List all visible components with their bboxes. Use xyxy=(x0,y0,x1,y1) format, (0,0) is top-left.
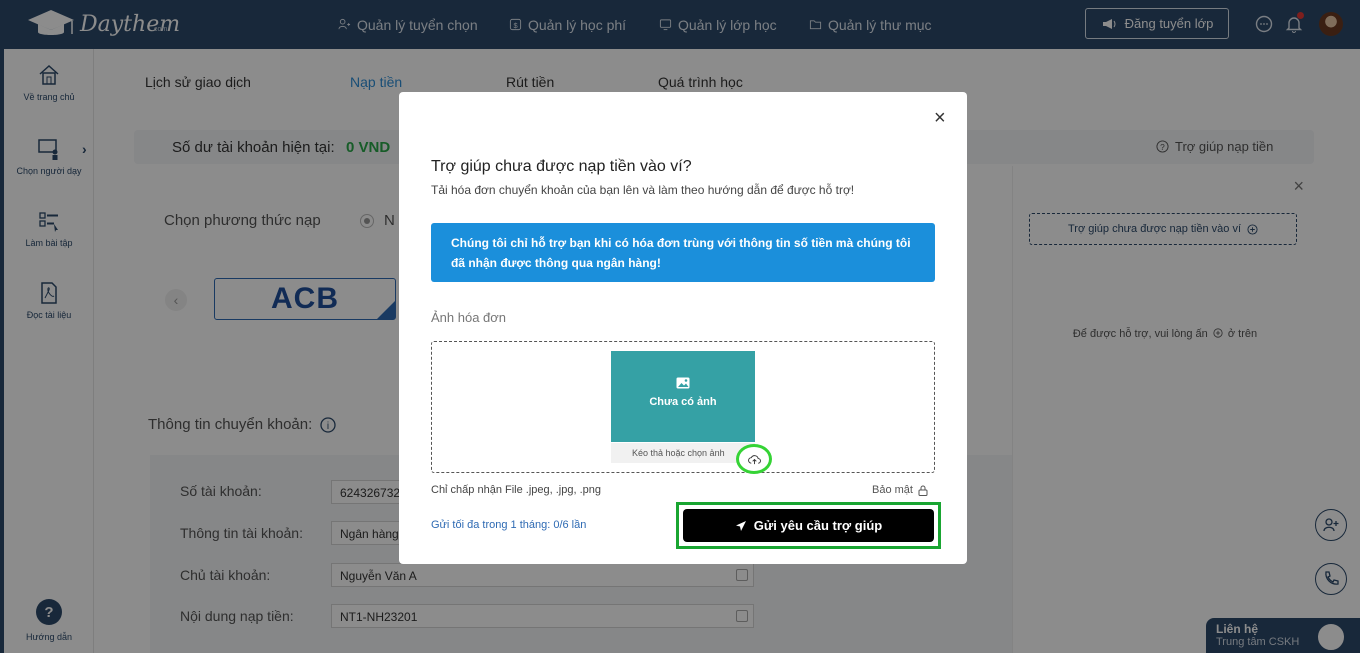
submit-help-request-button[interactable]: Gửi yêu cầu trợ giúp xyxy=(683,509,934,542)
invoice-dropzone[interactable]: Chưa có ảnh Kéo thả hoặc chọn ảnh xyxy=(431,341,935,474)
modal-title: Trợ giúp chưa được nạp tiền vào ví? xyxy=(431,158,692,175)
submit-label: Gửi yêu cầu trợ giúp xyxy=(753,518,883,533)
accepted-formats-note: Chỉ chấp nhận File .jpeg, .jpg, .png xyxy=(431,484,602,496)
close-icon[interactable]: × xyxy=(934,108,946,128)
invoice-image-label: Ảnh hóa đơn xyxy=(431,310,507,325)
no-image-text: Chưa có ảnh xyxy=(649,396,717,408)
lock-icon xyxy=(918,485,928,496)
monthly-limit-note: Gửi tối đa trong 1 tháng: 0/6 lần xyxy=(431,519,587,531)
send-icon xyxy=(735,520,746,531)
notice-banner: Chúng tôi chỉ hỗ trợ bạn khi có hóa đơn … xyxy=(431,223,935,282)
submit-highlight: Gửi yêu cầu trợ giúp xyxy=(676,502,941,549)
secure-label: Bảo mật xyxy=(872,484,913,496)
help-modal: × Trợ giúp chưa được nạp tiền vào ví? Tả… xyxy=(399,92,967,564)
cloud-upload-icon xyxy=(747,454,761,464)
image-preview: Chưa có ảnh xyxy=(611,351,755,442)
drop-hint: Kéo thả hoặc chọn ảnh xyxy=(611,443,755,463)
secure-badge: Bảo mật xyxy=(872,484,928,496)
modal-subtitle: Tải hóa đơn chuyển khoản của bạn lên và … xyxy=(431,183,855,197)
image-icon xyxy=(676,377,690,389)
upload-button[interactable] xyxy=(736,444,772,474)
